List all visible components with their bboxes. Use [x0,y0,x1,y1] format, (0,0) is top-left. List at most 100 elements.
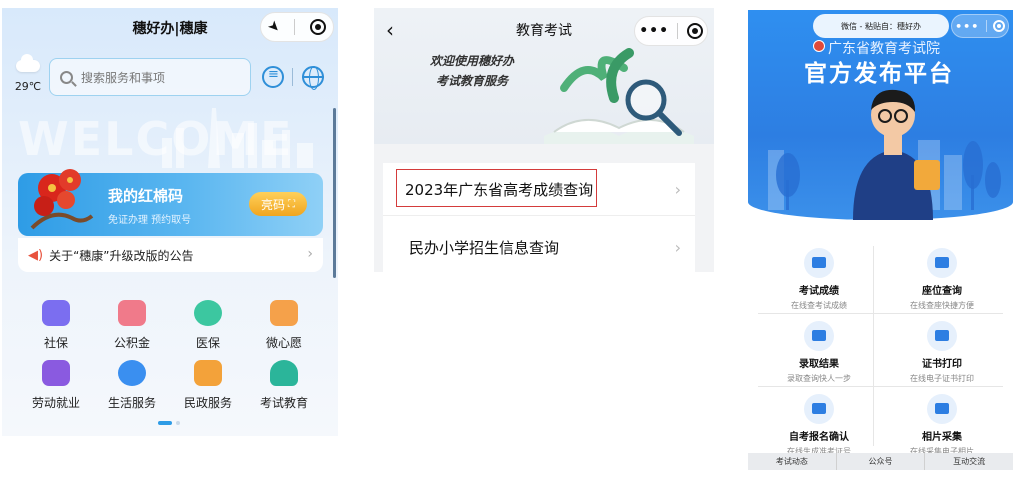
exam-authority-panel: 微信 - 粘贴自：穗好办 ••• 广东省教育考试院 官方发布平台 考试成绩 在线… [748,10,1013,470]
tile-seat-query[interactable]: 座位查询 在线查座快捷方便 [881,248,1003,320]
search-input[interactable]: 搜索服务和事项 [49,58,251,96]
service-gongjijin[interactable]: 公积金 [94,300,170,351]
welcome-line-2: 考试教育服务 [436,74,509,88]
helping-hand-icon [194,360,222,386]
service-label: 生活服务 [107,396,156,410]
clover-icon [118,360,146,386]
city-skyline-illustration [162,108,313,168]
capsule-divider [294,19,296,35]
tile-subtitle: 在线查考试成绩 [791,301,847,310]
service-label: 民政服务 [183,396,232,410]
tab-official-account[interactable]: 公众号 [837,453,926,470]
service-civil-affairs[interactable]: 民政服务 [170,360,246,411]
list-item-private-school[interactable]: 民办小学招生信息查询 › [383,221,695,272]
welcome-line-1: 欢迎使用穗好办 [430,54,515,68]
chevron-right-icon: › [307,246,313,262]
list-divider [383,215,695,216]
service-label: 考试教育 [259,396,308,410]
scrollbar[interactable] [333,108,336,278]
briefcase-icon [42,360,70,386]
tile-title: 自考报名确认 [789,432,849,443]
service-label: 微心愿 [265,336,302,350]
announcement-text: 关于“穗康”升级改版的公告 [49,248,194,263]
close-miniprogram-icon[interactable] [686,23,703,39]
more-icon[interactable]: ••• [639,23,669,39]
search-placeholder: 搜索服务和事项 [81,70,166,85]
service-grid: 社保 公积金 医保 微心愿 劳动就业 生活服务 民政服务 考试教育 [18,300,323,420]
grid-divider [758,313,1003,314]
score-icon [804,248,834,278]
more-icon[interactable]: ••• [955,20,979,33]
education-exam-panel: ‹ 教育考试 ••• 欢迎使用穗好办 考试教育服务 2023年广东省高考成绩查询… [374,8,714,272]
service-yibao[interactable]: 医保 [170,300,246,351]
heart-wish-icon [270,300,298,326]
list-item-label: 民办小学招生信息查询 [409,238,560,257]
service-life[interactable]: 生活服务 [94,360,170,411]
capsule-divider [985,20,987,32]
message-icon[interactable] [262,66,284,88]
grid-divider [873,246,874,446]
tile-admission-result[interactable]: 录取结果 录取查询快人一步 [758,321,880,393]
capsule-divider [677,23,679,39]
bottom-tab-bar: 考试动态 公众号 互动交流 [748,453,1013,470]
temperature: 29℃ [14,80,42,93]
tile-title: 证书打印 [922,359,962,370]
miniprogram-capsule: ➤ [260,12,334,42]
service-label: 劳动就业 [31,396,80,410]
close-miniprogram-icon[interactable] [992,20,1005,32]
service-employment[interactable]: 劳动就业 [18,360,94,411]
service-label: 医保 [195,336,220,350]
tile-title: 相片采集 [922,432,962,443]
tile-exam-score[interactable]: 考试成绩 在线查考试成绩 [758,248,880,320]
location-arrow-icon[interactable]: ➤ [264,17,284,37]
tile-certificate-print[interactable]: 证书打印 在线电子证书打印 [881,321,1003,393]
header-separator [292,68,293,86]
grid-divider [758,386,1003,387]
close-miniprogram-icon[interactable] [309,19,326,35]
service-shebao[interactable]: 社保 [18,300,94,351]
page-dot-active [158,421,172,425]
show-code-label: 亮码 [260,197,285,212]
card-subtitle: 免证办理 预约取号 [108,215,192,226]
miniprogram-capsule: ••• [634,16,708,46]
tile-subtitle: 在线电子证书打印 [910,374,974,383]
medical-insurance-icon [194,300,222,326]
show-code-button[interactable]: 亮码 ⛶ [249,192,307,216]
certificate-icon [927,321,957,351]
person-illustration [853,89,940,220]
search-icon [60,70,73,84]
envelope-check-icon [804,321,834,351]
social-security-icon [42,300,70,326]
page-dot [176,421,180,425]
page-indicator [158,421,182,425]
tile-title: 考试成绩 [799,286,839,297]
housing-fund-icon [118,300,146,326]
service-weixinyuan[interactable]: 微心愿 [246,300,322,351]
photo-capture-icon [927,394,957,424]
card-title: 我的红棉码 [108,187,184,205]
globe-icon[interactable] [302,66,324,90]
clipboard-source-pill: 微信 - 粘贴自：穗好办 [813,14,949,38]
scan-icon: ⛶ [288,198,295,210]
tile-subtitle: 录取查询快人一步 [787,374,851,383]
chevron-right-icon: › [674,237,681,257]
chevron-right-icon: › [674,179,681,199]
miniprogram-capsule: ••• [951,14,1009,38]
service-label: 社保 [43,336,68,350]
service-label: 公积金 [113,336,150,350]
tab-exam-news[interactable]: 考试动态 [748,453,837,470]
announcement-bar[interactable]: ◀) 关于“穗康”升级改版的公告 › [18,238,323,272]
service-exam-education[interactable]: 考试教育 [246,360,322,411]
exam-service-list: 2023年广东省高考成绩查询 › 民办小学招生信息查询 › [383,163,695,272]
weather-widget: 29℃ [12,54,44,93]
seat-icon [927,248,957,278]
list-item-gaokao-score[interactable]: 2023年广东省高考成绩查询 › [383,163,695,215]
cloud-icon [16,54,40,72]
emblem-icon [813,40,825,52]
tab-interaction[interactable]: 互动交流 [925,453,1013,470]
graduation-cap-icon [270,360,298,386]
kapok-flower-illustration [30,169,94,230]
highlight-box [396,169,597,207]
tile-subtitle: 在线查座快捷方便 [910,301,974,310]
open-book-magnifier-illustration [544,48,694,144]
